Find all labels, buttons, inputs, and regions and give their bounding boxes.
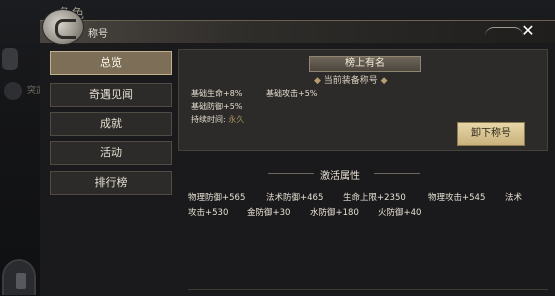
attr-magic-attack-part1: 法术 (505, 193, 523, 203)
tab-adventures[interactable]: 奇遇见闻 (50, 83, 172, 107)
tab-overview[interactable]: 总览 (50, 51, 172, 75)
title-name-banner: 榜上有名 (309, 56, 421, 72)
stat-hp: 基础生命+8% (191, 89, 243, 98)
attr-magic-attack-part2: 攻击+530 (188, 208, 229, 218)
duration-row: 持续时间: 永久 (191, 114, 244, 125)
stat-defense: 基础防御+5% (191, 102, 243, 111)
dialog-title: 称号 (88, 29, 108, 40)
diamond-icon: ◆ (377, 76, 388, 86)
divider-right (374, 173, 420, 174)
background-bottom-icon[interactable] (2, 259, 36, 295)
attr-physical-attack: 物理攻击+545 (428, 193, 486, 203)
tab-events[interactable]: 活动 (50, 141, 172, 165)
header-ornament-icon (485, 27, 523, 36)
bottle-icon (16, 273, 26, 289)
dialog-header: 称号 ✕ (40, 9, 555, 45)
attr-water-defense: 水防御+180 (310, 208, 359, 218)
bottom-divider (188, 289, 548, 290)
duration-value: 永久 (228, 115, 245, 124)
attr-fire-defense: 火防御+40 (378, 208, 422, 218)
equipped-title-panel: 榜上有名 ◆ 当前装备称号 ◆ 基础生命+8% 基础攻击+5% 基础防御+5% … (178, 49, 548, 151)
attr-max-hp: 生命上限+2350 (343, 193, 406, 203)
background-icon-2 (4, 82, 22, 100)
attr-magic-defense: 法术防御+465 (266, 193, 324, 203)
title-logo-icon (42, 9, 84, 45)
background-icon (2, 48, 18, 70)
duration-label: 持续时间: (191, 115, 226, 124)
diamond-icon: ◆ (314, 76, 324, 86)
current-title-label: ◆ 当前装备称号 ◆ (314, 76, 388, 86)
tab-achievements[interactable]: 成就 (50, 112, 172, 136)
attr-metal-defense: 金防御+30 (247, 208, 291, 218)
tab-leaderboard[interactable]: 排行榜 (50, 171, 172, 195)
divider-left (268, 173, 314, 174)
activation-heading: 激活属性 (320, 171, 360, 182)
unequip-title-button[interactable]: 卸下称号 (457, 122, 525, 146)
stat-attack: 基础攻击+5% (266, 89, 318, 98)
attr-physical-defense: 物理防御+565 (188, 193, 246, 203)
close-button[interactable]: ✕ (520, 23, 536, 39)
title-dialog: 称号 ✕ 总览 奇遇见闻 成就 活动 排行榜 榜上有名 ◆ 当前装备称号 ◆ 基… (40, 9, 555, 296)
